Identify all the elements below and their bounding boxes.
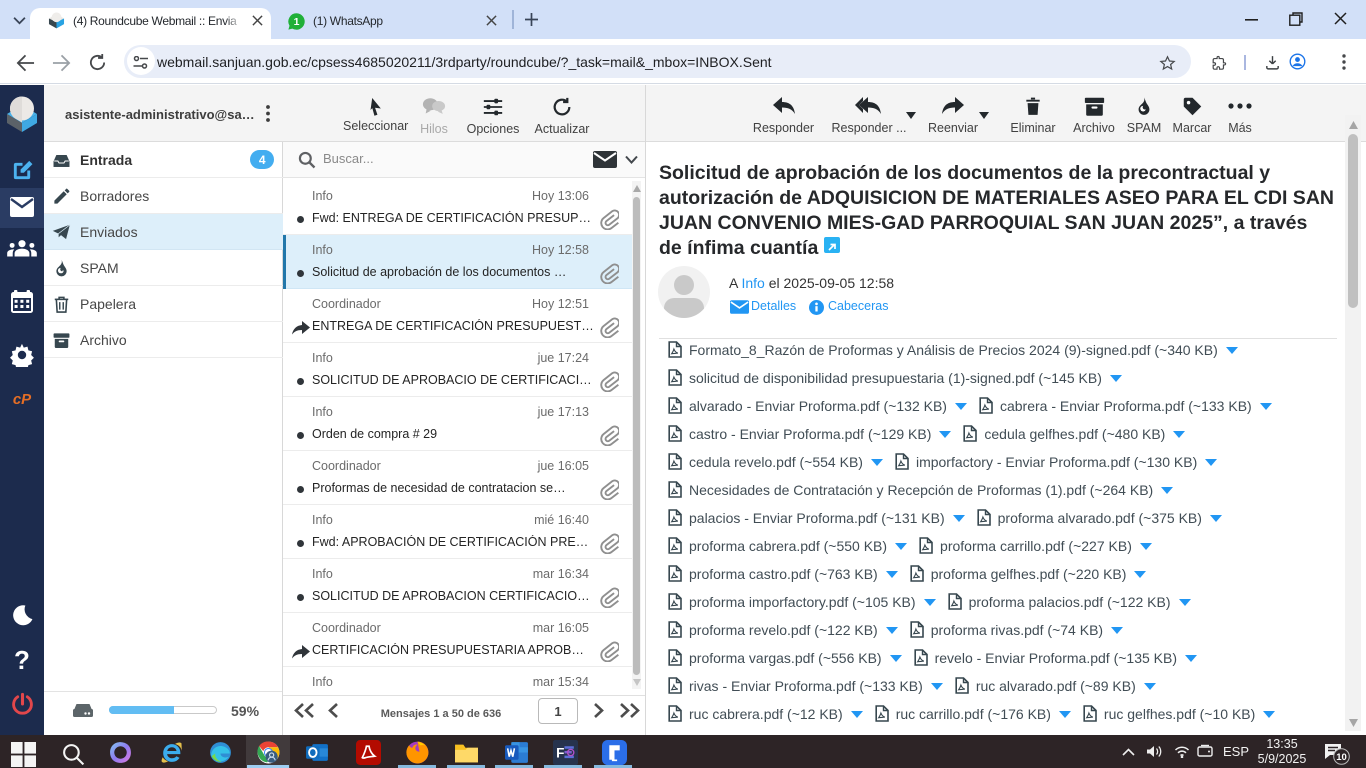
svg-text:1: 1	[294, 16, 300, 28]
svg-text:10: 10	[1336, 752, 1347, 763]
svg-text:F: F	[556, 746, 564, 761]
